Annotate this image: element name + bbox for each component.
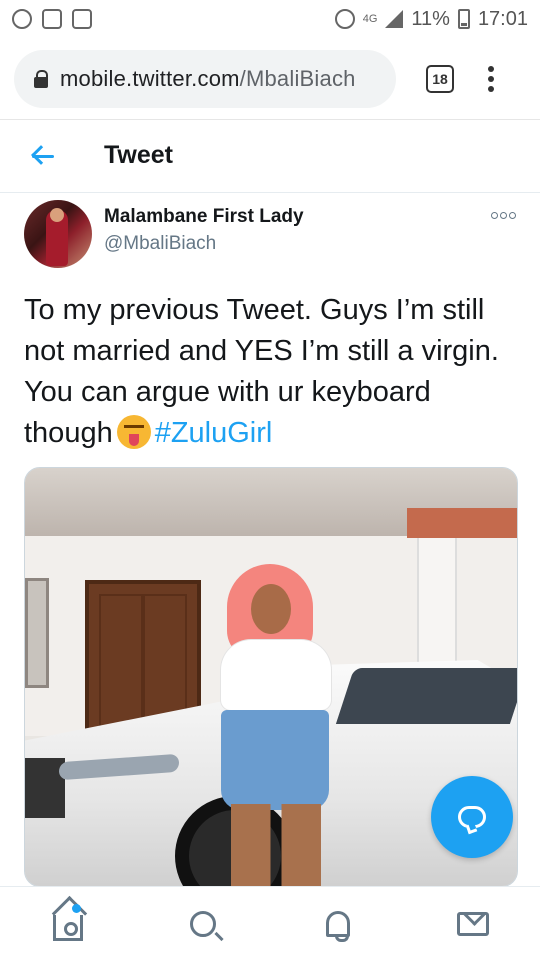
author-handle[interactable]: @MbaliBiach <box>104 233 216 255</box>
tab-count: 18 <box>432 70 448 87</box>
browser-menu-button[interactable] <box>488 65 494 92</box>
avatar[interactable] <box>24 200 92 268</box>
back-arrow-icon[interactable] <box>28 145 56 169</box>
gallery-icon <box>72 9 92 29</box>
unread-dot <box>71 903 81 913</box>
page-header: Tweet <box>0 121 540 193</box>
nav-notifications[interactable] <box>308 894 368 954</box>
home-icon <box>52 914 83 941</box>
menu-dot <box>488 75 494 82</box>
more-options-icon[interactable] <box>491 212 516 219</box>
lock-icon <box>34 69 48 88</box>
clock: 17:01 <box>477 7 528 30</box>
whatsapp-icon <box>12 9 32 29</box>
nav-search[interactable] <box>173 894 233 954</box>
url-text: mobile.twitter.com/MbaliBiach <box>60 66 356 92</box>
browser-toolbar: mobile.twitter.com/MbaliBiach 18 <box>0 38 540 120</box>
tweet-text: To my previous Tweet. Guys I’m still not… <box>24 290 520 454</box>
bottom-nav <box>0 886 540 960</box>
mail-icon <box>456 911 489 936</box>
network-type: 4G <box>362 13 378 25</box>
battery-icon <box>457 9 470 29</box>
page-title: Tweet <box>104 141 173 169</box>
author-name[interactable]: Malambane First Lady <box>104 206 304 228</box>
url-host: mobile.twitter.com <box>60 65 240 91</box>
chat-bubble-icon <box>458 806 486 828</box>
menu-dot <box>488 65 494 72</box>
url-path: /MbaliBiach <box>239 65 356 91</box>
compose-reply-button[interactable] <box>431 776 513 858</box>
alarm-icon <box>334 9 355 29</box>
hashtag-link[interactable]: #ZuluGirl <box>155 417 273 449</box>
address-bar[interactable]: mobile.twitter.com/MbaliBiach <box>14 49 396 108</box>
tweet-author: Malambane First Lady @MbaliBiach <box>22 198 518 272</box>
notification-icon <box>42 9 62 29</box>
tab-switcher-button[interactable]: 18 <box>426 64 454 93</box>
menu-dot <box>488 85 494 92</box>
nav-messages[interactable] <box>443 894 503 954</box>
search-icon <box>189 910 216 937</box>
status-bar: 4G 11% 17:01 <box>0 0 540 38</box>
signal-icon <box>385 10 404 28</box>
squinting-tongue-emoji-icon <box>116 415 151 449</box>
bell-icon <box>325 910 350 942</box>
battery-percent: 11% <box>411 7 450 30</box>
nav-home[interactable] <box>38 894 98 954</box>
